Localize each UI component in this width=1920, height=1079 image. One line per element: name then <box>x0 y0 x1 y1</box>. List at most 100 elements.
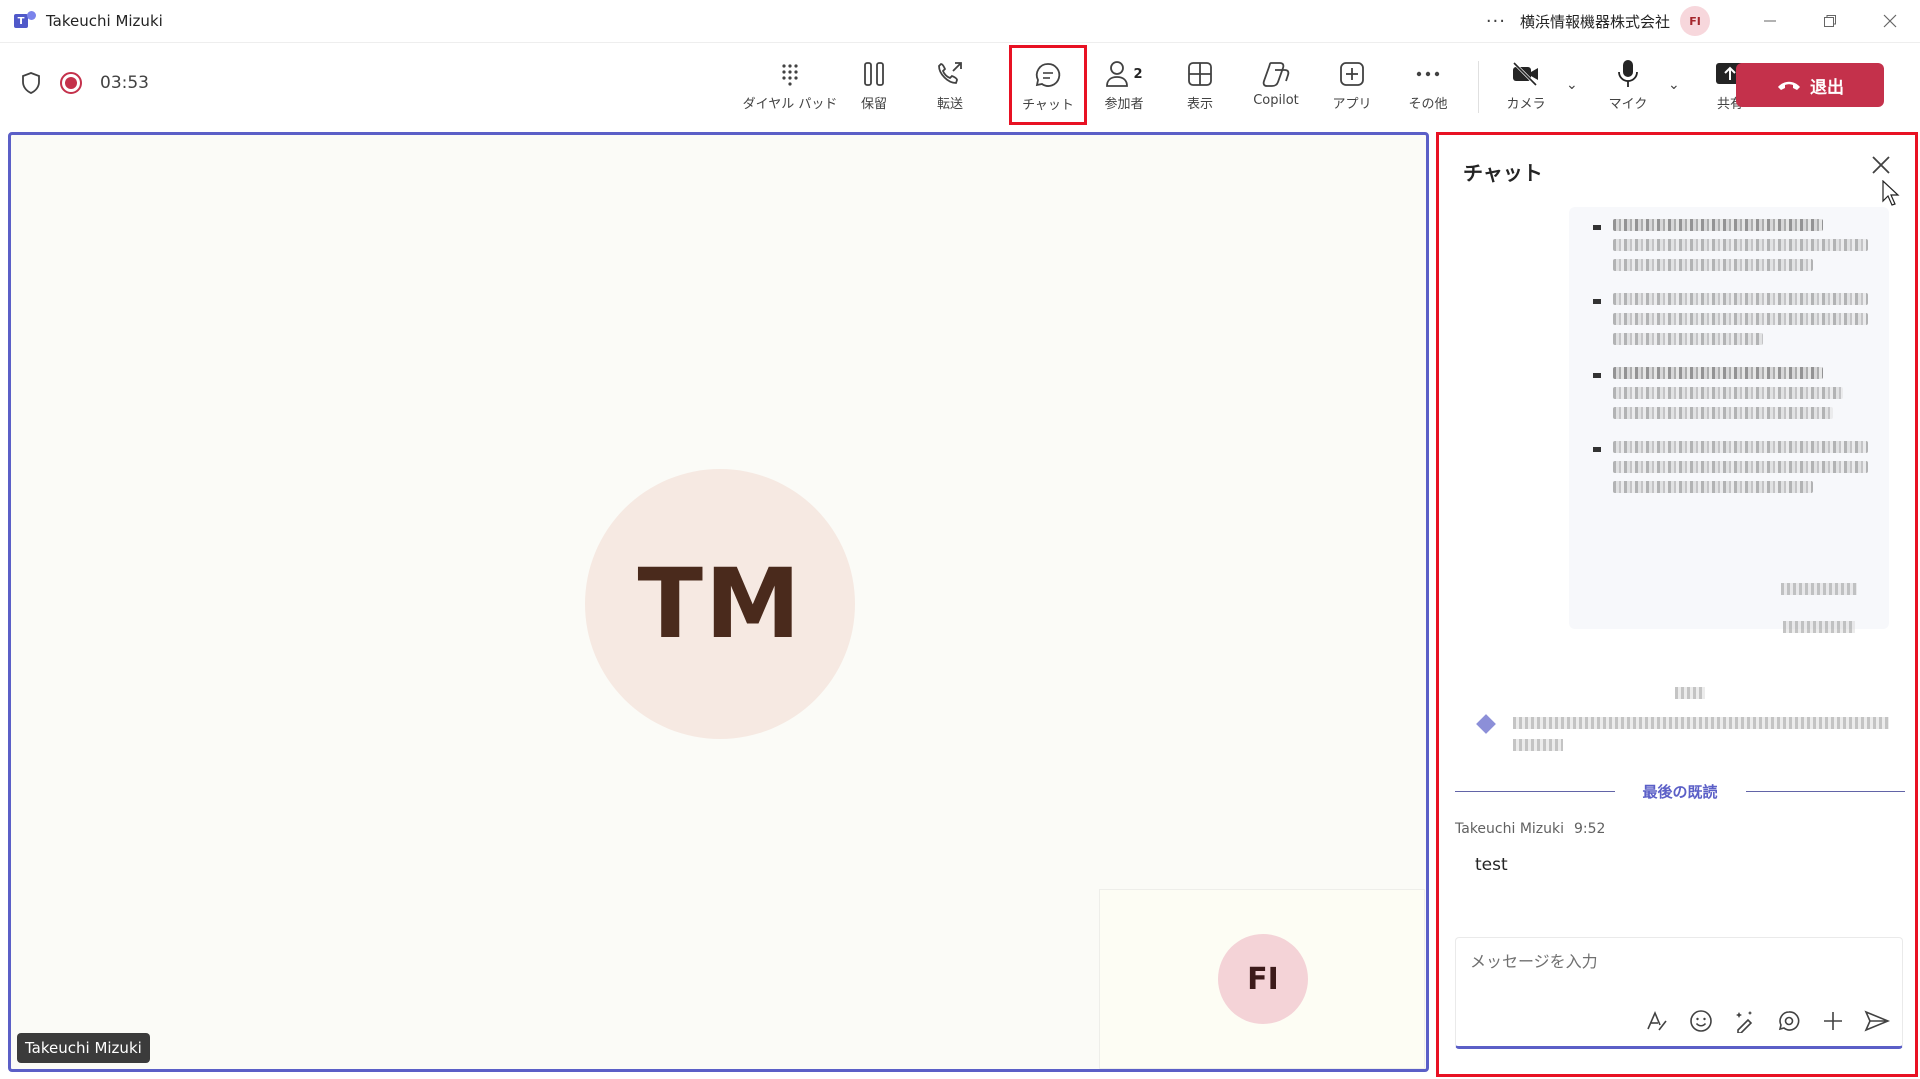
camera-button[interactable]: カメラ <box>1488 53 1564 119</box>
mic-options-chevron-down-icon[interactable]: ⌄ <box>1668 77 1680 93</box>
copilot-label: Copilot <box>1253 93 1299 108</box>
blurred-system-message <box>1513 717 1889 729</box>
transfer-button[interactable]: 転送 <box>912 53 988 119</box>
view-label: 表示 <box>1186 97 1213 112</box>
title-left: T Takeuchi Mizuki <box>0 11 163 31</box>
chat-panel-title: チャット <box>1463 161 1543 185</box>
format-text-icon <box>1647 1010 1667 1031</box>
last-read-divider: 最後の既読 <box>1455 779 1906 803</box>
restore-icon <box>1824 15 1836 27</box>
apps-button[interactable]: アプリ <box>1314 53 1390 119</box>
chat-button[interactable]: チャット <box>1009 45 1087 125</box>
teams-logo-icon: T <box>14 11 36 31</box>
meeting-toolbar: 03:53 ダイヤル パッド 保留 転送 チャット 2 参加者 表示 Copil… <box>0 42 1920 130</box>
more-icon <box>1415 57 1441 91</box>
participants-label: 参加者 <box>1104 97 1144 112</box>
restore-button[interactable] <box>1800 0 1860 42</box>
send-button[interactable] <box>1864 1008 1890 1034</box>
more-label: その他 <box>1408 97 1448 112</box>
attach-button[interactable] <box>1820 1008 1846 1034</box>
grid-view-icon <box>1187 57 1213 91</box>
participant-count: 2 <box>1133 66 1143 82</box>
more-button[interactable]: その他 <box>1390 53 1466 119</box>
camera-off-icon <box>1511 57 1541 91</box>
format-button[interactable] <box>1644 1008 1670 1034</box>
blurred-message-bubble <box>1569 207 1889 629</box>
copilot-icon <box>1261 57 1291 91</box>
dialpad-button[interactable]: ダイヤル パッド <box>743 53 837 119</box>
system-message-icon <box>1476 714 1496 734</box>
title-right: ··· 横浜情報機器株式会社 FI <box>1486 0 1920 42</box>
participant-name-tag: Takeuchi Mizuki <box>17 1033 150 1063</box>
list-item <box>1593 219 1875 271</box>
message-time: 9:52 <box>1574 821 1606 837</box>
apps-label: アプリ <box>1332 97 1372 112</box>
hang-up-icon <box>1778 81 1800 90</box>
loop-button[interactable] <box>1776 1008 1802 1034</box>
emoji-button[interactable] <box>1688 1008 1714 1034</box>
account-avatar[interactable]: FI <box>1680 6 1710 36</box>
list-item <box>1593 367 1875 419</box>
transfer-call-icon <box>936 57 964 91</box>
title-bar: T Takeuchi Mizuki ··· 横浜情報機器株式会社 FI <box>0 0 1920 42</box>
meeting-status: 03:53 <box>20 71 149 95</box>
add-app-icon <box>1339 57 1365 91</box>
close-icon <box>1872 156 1890 174</box>
org-name[interactable]: 横浜情報機器株式会社 <box>1520 11 1670 32</box>
message-text[interactable]: test <box>1475 855 1508 875</box>
message-sender: Takeuchi Mizuki 9:52 <box>1455 821 1605 837</box>
list-item <box>1593 441 1875 493</box>
mouse-cursor-icon <box>1882 180 1900 206</box>
last-read-label: 最後の既読 <box>1642 782 1718 801</box>
hold-label: 保留 <box>860 97 887 112</box>
transfer-label: 転送 <box>936 97 963 112</box>
copilot-compose-button[interactable] <box>1732 1008 1758 1034</box>
sender-name: Takeuchi Mizuki <box>1455 821 1565 837</box>
blurred-metadata <box>1783 621 1855 633</box>
recording-icon[interactable] <box>60 72 82 94</box>
leave-button[interactable]: 退出 <box>1736 63 1884 107</box>
mic-label: マイク <box>1608 97 1648 112</box>
send-icon <box>1864 1010 1890 1032</box>
chat-panel: チャット 最後の既読 Takeuchi Mizuki 9:52 test メッセ… <box>1436 132 1918 1077</box>
sparkle-pen-icon <box>1736 1011 1753 1033</box>
blurred-metadata <box>1675 687 1705 699</box>
compose-toolbar <box>1644 1008 1890 1034</box>
leave-label: 退出 <box>1810 77 1844 98</box>
remote-participant-avatar: TM <box>585 469 855 739</box>
people-icon: 2 <box>1105 57 1143 91</box>
blurred-system-message <box>1513 739 1563 751</box>
toolbar-divider <box>1478 61 1479 113</box>
title-more-icon[interactable]: ··· <box>1486 11 1506 32</box>
close-icon <box>1883 14 1897 28</box>
compose-box[interactable] <box>1455 937 1903 1049</box>
mic-button[interactable]: マイク <box>1590 53 1666 119</box>
minimize-button[interactable] <box>1740 0 1800 42</box>
blurred-metadata <box>1781 583 1857 595</box>
dialpad-icon <box>779 57 801 91</box>
chat-label: チャット <box>1022 98 1074 113</box>
participants-button[interactable]: 2 参加者 <box>1086 53 1162 119</box>
minimize-icon <box>1764 20 1776 22</box>
loop-component-icon <box>1778 1011 1800 1031</box>
close-window-button[interactable] <box>1860 0 1920 42</box>
mic-icon <box>1616 57 1640 91</box>
emoji-icon <box>1690 1010 1712 1032</box>
self-video-tile[interactable]: FI <box>1099 889 1425 1069</box>
close-chat-button[interactable] <box>1871 153 1891 181</box>
camera-options-chevron-down-icon[interactable]: ⌄ <box>1566 77 1578 93</box>
shield-icon[interactable] <box>20 71 42 95</box>
plus-icon <box>1824 1012 1842 1030</box>
message-input[interactable] <box>1470 952 1890 971</box>
video-stage: TM FI Takeuchi Mizuki <box>8 132 1429 1072</box>
window-title: Takeuchi Mizuki <box>46 12 163 30</box>
self-avatar: FI <box>1218 934 1308 1024</box>
view-button[interactable]: 表示 <box>1162 53 1238 119</box>
hold-button[interactable]: 保留 <box>836 53 912 119</box>
copilot-button[interactable]: Copilot <box>1238 53 1314 119</box>
dialpad-label: ダイヤル パッド <box>742 97 838 112</box>
chat-icon <box>1034 58 1062 92</box>
list-item <box>1593 293 1875 345</box>
camera-label: カメラ <box>1506 97 1546 112</box>
pause-icon <box>862 57 886 91</box>
